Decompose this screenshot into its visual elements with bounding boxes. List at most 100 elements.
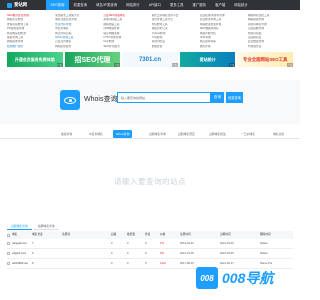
ad-banner[interactable]: 专业全面网站SEO工具 广告 <box>237 52 293 67</box>
nav-item[interactable]: 网站统计 <box>230 0 253 10</box>
table-tabs: 过期域名查询 站群域名查询 <box>7 223 59 230</box>
quick-links: SEO推荐优化查询 免费站长工具集大全 百度SEO快速排名 站长之家域名交易平台 百度权… <box>7 14 293 50</box>
cell-reg: 2013-04-22 <box>180 242 194 245</box>
quick-link[interactable]: 整站优化 <box>152 45 197 49</box>
empty-state-message: 请输入要查询的站点 <box>114 177 186 186</box>
cell-del: Delete <box>260 252 268 255</box>
quick-link[interactable]: 网站优化服务 <box>55 45 100 49</box>
quick-link[interactable]: 站长推广服务 <box>7 45 52 49</box>
whois-title: Whois查询 <box>84 96 118 103</box>
table-header-cell: 域名 <box>12 233 18 236</box>
ad-banner[interactable]: 开通会员服务免费体验 广告 <box>7 52 63 67</box>
table-header-cell: 收录量 <box>127 233 136 236</box>
ad-label: 广告 <box>114 63 121 67</box>
cell-price: ¥119 <box>160 259 166 269</box>
nav-item[interactable]: 网站排行 <box>122 0 145 10</box>
cell-domain[interactable]: wzzl2600.net <box>12 259 28 269</box>
nav-item[interactable]: 推广服务 <box>188 0 211 10</box>
tab-1[interactable]: IP反查域名 <box>86 130 106 138</box>
banner-text: 7301.cn <box>138 56 161 63</box>
table-header-cell: 注册时间 <box>180 233 191 236</box>
table-header-cell: 删除时间 <box>260 233 271 236</box>
cell-link: 0 <box>145 242 147 245</box>
table-header-cell: 域名长度 <box>32 233 43 236</box>
banner-text: 专业全面网站SEO工具 <box>242 56 288 62</box>
quick-link[interactable]: SEO外包服务 <box>103 45 148 49</box>
table-tab[interactable]: 过期域名查询 <box>7 223 32 230</box>
nav-item[interactable]: 权重查询 <box>69 0 92 10</box>
row-checkbox[interactable] <box>7 252 10 255</box>
cell-price: ¥59 <box>160 249 164 259</box>
cell-index: 0 <box>127 262 129 265</box>
ad-banner[interactable]: 爱站统计 广告 <box>179 52 236 67</box>
top-navbar: 爱站网 SEO查询 权重查询 域名/IP类查询 网站排行 API接口 更多工具 推广服务 客户… <box>0 0 300 10</box>
table-tab[interactable]: 站群域名查询 <box>33 223 59 230</box>
cell-suffix: 0 <box>111 252 113 255</box>
search-button[interactable]: 查询 <box>211 92 224 103</box>
tab-3[interactable]: 过期域名查询 <box>146 130 169 138</box>
search-input-box[interactable] <box>117 92 211 103</box>
tool-tabs: 备案查询 IP反查域名 Whois查询 过期域名查询 过期域名预定 过期域名抢注 一口价域名… <box>0 128 300 139</box>
banner-text: 招SEO代理 <box>74 56 111 64</box>
tab-7[interactable]: 域名交易 <box>270 130 287 138</box>
cell-len: 7 <box>32 242 34 245</box>
nav-item[interactable]: 更多工具 <box>165 0 188 10</box>
cell-suffix: 0 <box>111 262 113 265</box>
cell-price: ¥79 <box>160 239 164 249</box>
ad-label: 广告 <box>287 63 293 67</box>
cell-link: 0 <box>145 252 147 255</box>
search-input[interactable] <box>121 95 210 100</box>
tab-6[interactable]: 一口价域名 <box>238 130 258 138</box>
cell-domain[interactable]: nangui2.com <box>12 239 27 249</box>
tab-5[interactable]: 过期域名抢注 <box>206 130 229 138</box>
quick-link[interactable]: 快照查询 <box>200 45 245 49</box>
cell-suffix: 0 <box>111 242 113 245</box>
price-value: ¥79 <box>160 242 165 245</box>
site-logo[interactable]: 爱站网 <box>7 2 45 8</box>
ad-label: 广告 <box>171 63 178 67</box>
logo-icon <box>7 2 12 8</box>
nav-item[interactable]: 域名/IP类查询 <box>92 0 122 10</box>
cell-len: 8 <box>32 262 34 265</box>
cell-exp: 2021-03-25 <box>220 252 234 255</box>
banner-text: 开通会员服务免费体验 <box>14 56 55 62</box>
nav-item[interactable]: 客户端 <box>211 0 230 10</box>
tab-2[interactable]: Whois查询 <box>113 130 133 138</box>
nav-item[interactable]: SEO查询 <box>46 0 69 10</box>
cell-reg: 2012-01-05 <box>180 252 194 255</box>
table-header-cell: 过期时间 <box>220 233 231 236</box>
cell-link: 0 <box>145 262 147 265</box>
whois-eye-icon <box>60 90 80 110</box>
cell-exp: 2021-03-03 <box>220 242 234 245</box>
table-row[interactable]: cdyjmk.com 6 0 0 0 2012-01-05 2021-03-25 Delete… <box>7 249 293 259</box>
batch-query-button[interactable]: 批量查询 <box>226 92 243 103</box>
table-header-cell: 注册商 <box>62 233 71 236</box>
price-value: ¥59 <box>160 252 165 255</box>
cell-reg: 2017-08-15 <box>180 262 194 265</box>
row-checkbox[interactable] <box>7 242 10 245</box>
logo-text: 爱站网 <box>14 2 28 7</box>
ad-label: 广告 <box>229 63 236 67</box>
tab-4[interactable]: 过期域名预定 <box>175 130 198 138</box>
cell-index: 0 <box>127 252 129 255</box>
nav-item[interactable]: API接口 <box>144 0 165 10</box>
watermark-logo: 008 008导航 <box>196 263 300 293</box>
tab-0[interactable]: 备案查询 <box>58 130 75 138</box>
table-row[interactable]: nangui2.com 7 0 0 0 2013-04-22 2021-03-03 Delet… <box>7 239 293 249</box>
watermark-text: 008导航 <box>222 270 274 286</box>
ad-banner[interactable]: 招SEO代理 广告 <box>64 52 121 67</box>
table-header-cell: 后缀 <box>111 233 117 236</box>
select-all-checkbox[interactable] <box>7 233 10 237</box>
watermark-icon: 008 <box>196 267 218 289</box>
quick-link[interactable]: 代理服务商 <box>248 45 293 49</box>
ad-banner[interactable]: 7301.cn 广告 <box>122 52 178 67</box>
cell-del: Delete <box>260 242 268 245</box>
whois-search-area: Whois查询 查询 批量查询 <box>0 80 300 124</box>
cell-index: 0 <box>127 242 129 245</box>
row-checkbox[interactable] <box>7 262 10 265</box>
ad-label: 广告 <box>56 63 63 67</box>
table-header-cell: 价格 <box>160 233 166 236</box>
price-value: ¥119 <box>160 262 166 265</box>
nav-menu: SEO查询 权重查询 域名/IP类查询 网站排行 API接口 更多工具 推广服务 客户端 网站统… <box>46 0 252 10</box>
cell-domain[interactable]: cdyjmk.com <box>12 249 26 259</box>
